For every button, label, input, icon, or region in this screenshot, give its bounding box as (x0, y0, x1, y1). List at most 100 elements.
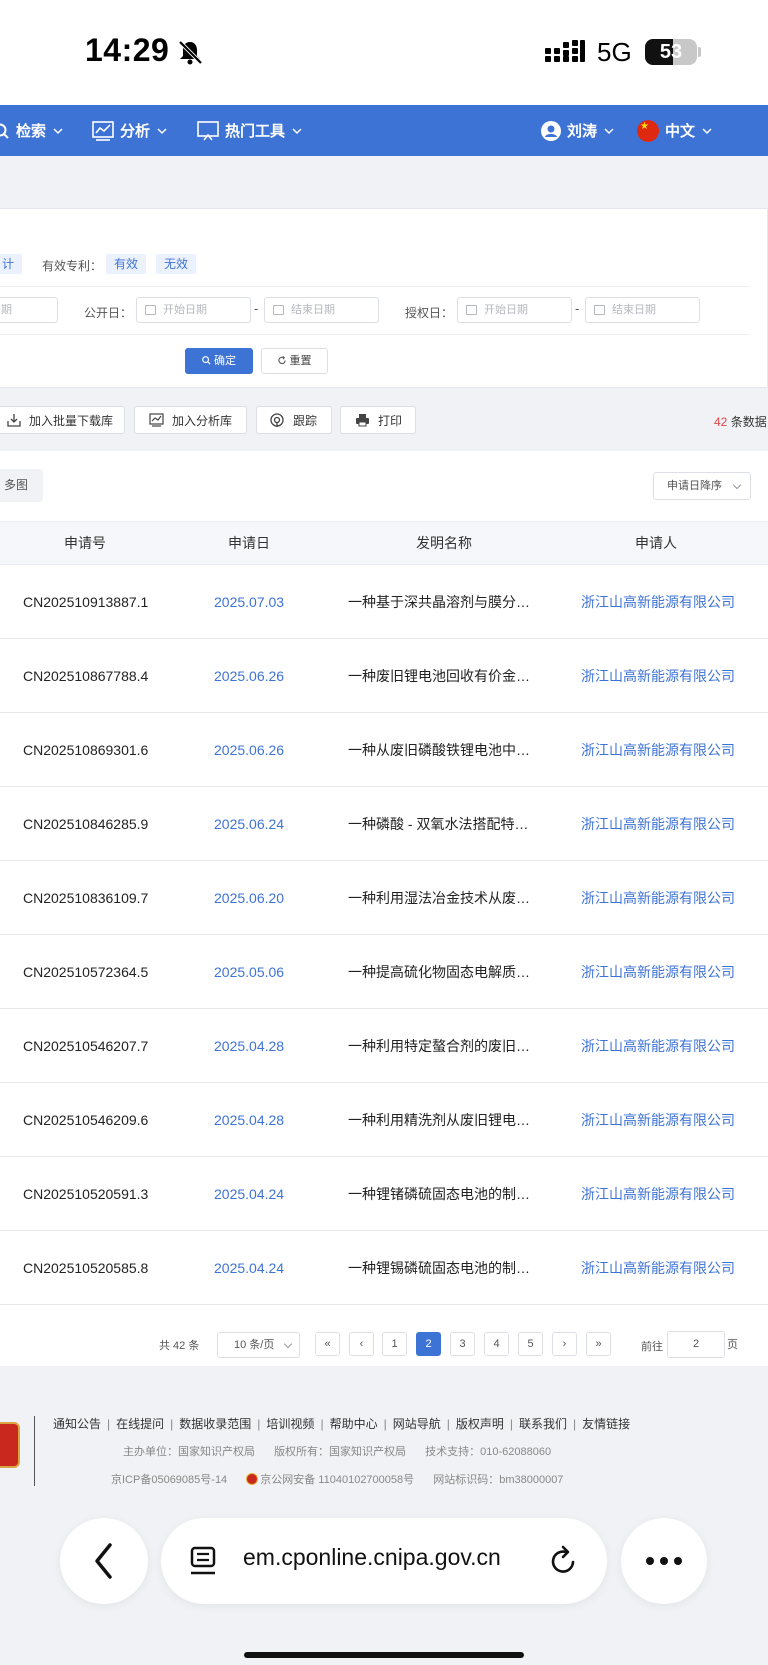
goto-page-input[interactable]: 2 (667, 1331, 725, 1358)
app-number[interactable]: CN202510836109.7 (23, 861, 148, 935)
app-number[interactable]: CN202510572364.5 (23, 935, 148, 1009)
page-size-select[interactable]: 10 条/页 (217, 1332, 300, 1358)
batch-download-button[interactable]: 加入批量下载库 (0, 406, 125, 434)
invention-title[interactable]: 一种利用特定螯合剂的废旧… (348, 1009, 530, 1083)
applicant-link[interactable]: 浙江山高新能源有限公司 (581, 861, 735, 935)
table-row[interactable]: CN202510520591.3 2025.04.24 一种锂锗磷硫固态电池的制… 浙… (0, 1157, 768, 1231)
nav-search[interactable]: 检索 (0, 105, 64, 156)
app-number[interactable]: CN202510869301.6 (23, 713, 148, 787)
invention-title[interactable]: 一种基于深共晶溶剂与膜分… (348, 565, 530, 639)
footer-link[interactable]: 友情链接 (582, 1417, 630, 1431)
table-row[interactable]: CN202510546207.7 2025.04.28 一种利用特定螯合剂的废旧… 浙… (0, 1009, 768, 1083)
invention-title[interactable]: 一种锂锡磷硫固态电池的制… (348, 1231, 530, 1305)
filter-tag-valid[interactable]: 有效 (106, 254, 147, 274)
footer-link-separator: | (509, 1417, 513, 1431)
applicant-link[interactable]: 浙江山高新能源有限公司 (581, 1157, 735, 1231)
invention-title[interactable]: 一种利用精洗剂从废旧锂电… (348, 1083, 530, 1157)
address-bar[interactable]: em.cponline.cnipa.gov.cn (161, 1518, 607, 1604)
nav-analysis[interactable]: 分析 (92, 105, 168, 156)
applicant-link[interactable]: 浙江山高新能源有限公司 (581, 1231, 735, 1305)
grant-date-start-input[interactable]: 开始日期 (457, 297, 572, 323)
app-number[interactable]: CN202510520591.3 (23, 1157, 148, 1231)
page-button[interactable]: 4 (484, 1332, 509, 1356)
app-number[interactable]: CN202510546209.6 (23, 1083, 148, 1157)
pub-date-start-input[interactable]: 开始日期 (136, 297, 251, 323)
pub-date-end-input[interactable]: 结束日期 (264, 297, 379, 323)
more-menu-button[interactable] (621, 1518, 707, 1604)
invention-title[interactable]: 一种废旧锂电池回收有价金… (348, 639, 530, 713)
app-number[interactable]: CN202510846285.9 (23, 787, 148, 861)
footer-link[interactable]: 帮助中心 (330, 1417, 378, 1431)
reset-label: 重置 (289, 355, 312, 367)
invention-title[interactable]: 一种从废旧磷酸铁锂电池中… (348, 713, 530, 787)
applicant-link[interactable]: 浙江山高新能源有限公司 (581, 639, 735, 713)
app-number[interactable]: CN202510520585.8 (23, 1231, 148, 1305)
footer-link[interactable]: 联系我们 (519, 1417, 567, 1431)
applicant-link[interactable]: 浙江山高新能源有限公司 (581, 713, 735, 787)
track-button[interactable]: 跟踪 (256, 406, 332, 434)
footer-link-separator: | (107, 1417, 111, 1431)
language-label: 中文 (665, 123, 696, 140)
analysis-lib-button[interactable]: 加入分析库 (134, 406, 247, 434)
chevron-down-icon (604, 127, 614, 134)
footer-link[interactable]: 在线提问 (116, 1417, 164, 1431)
grant-date-end-input[interactable]: 结束日期 (585, 297, 700, 323)
invention-title[interactable]: 一种利用湿法冶金技术从废… (348, 861, 530, 935)
user-avatar-icon (541, 120, 561, 141)
user-menu[interactable]: 刘涛 (541, 105, 615, 156)
footer-icp[interactable]: 京ICP备05069085号-14 (111, 1474, 227, 1486)
table-row[interactable]: CN202510836109.7 2025.06.20 一种利用湿法冶金技术从废… 浙… (0, 861, 768, 935)
applicant-link[interactable]: 浙江山高新能源有限公司 (581, 565, 735, 639)
back-button[interactable] (60, 1518, 148, 1604)
invention-title[interactable]: 一种提高硫化物固态电解质… (348, 935, 530, 1009)
app-number[interactable]: CN202510546207.7 (23, 1009, 148, 1083)
prev-page-button[interactable]: ‹ (349, 1332, 374, 1356)
reload-icon[interactable] (546, 1544, 580, 1578)
applicant-link[interactable]: 浙江山高新能源有限公司 (581, 1009, 735, 1083)
footer-link[interactable]: 培训视频 (266, 1417, 314, 1431)
table-row[interactable]: CN202510846285.9 2025.06.24 一种磷酸 - 双氧水法搭配特… (0, 787, 768, 861)
page-button[interactable]: 1 (382, 1332, 407, 1356)
footer-info: 主办单位：国家知识产权局 版权所有：国家知识产权局 技术支持：010-62088… (123, 1443, 567, 1459)
first-page-button[interactable]: « (315, 1332, 340, 1356)
back-arrow-icon (95, 1543, 112, 1579)
page-button[interactable]: 3 (450, 1332, 475, 1356)
footer-link[interactable]: 数据收录范围 (179, 1417, 251, 1431)
multi-image-view-button[interactable]: 多图 (0, 469, 43, 502)
confirm-button[interactable]: 确定 (185, 348, 253, 374)
app-number[interactable]: CN202510867788.4 (23, 639, 148, 713)
valid-patent-label: 有效专利： (42, 259, 103, 273)
footer-link[interactable]: 通知公告 (53, 1417, 101, 1431)
footer-police[interactable]: 京公网安备 11040102700058号 (246, 1473, 414, 1486)
page-button[interactable]: 5 (518, 1332, 543, 1356)
nav-tools[interactable]: 热门工具 (197, 105, 303, 156)
table-row[interactable]: CN202510913887.1 2025.07.03 一种基于深共晶溶剂与膜分… 浙… (0, 565, 768, 639)
reset-button[interactable]: 重置 (261, 348, 328, 374)
print-button[interactable]: 打印 (340, 406, 416, 434)
status-bar: 14:29 5G 53 (0, 0, 768, 105)
table-row[interactable]: CN202510869301.6 2025.06.26 一种从废旧磷酸铁锂电池中… 浙… (0, 713, 768, 787)
reader-icon (190, 1546, 216, 1575)
page-button-current[interactable]: 2 (416, 1332, 441, 1356)
invention-title[interactable]: 一种锂锗磷硫固态电池的制… (348, 1157, 530, 1231)
table-row[interactable]: CN202510572364.5 2025.05.06 一种提高硫化物固态电解质… 浙… (0, 935, 768, 1009)
table-row[interactable]: CN202510546209.6 2025.04.28 一种利用精洗剂从废旧锂电… 浙… (0, 1083, 768, 1157)
next-page-button[interactable]: › (552, 1332, 577, 1356)
filter-tag-invalid[interactable]: 无效 (156, 254, 197, 274)
applicant-link[interactable]: 浙江山高新能源有限公司 (581, 935, 735, 1009)
filter-tag-partial[interactable]: 计 (0, 254, 23, 274)
invention-title[interactable]: 一种磷酸 - 双氧水法搭配特… (348, 787, 528, 861)
sort-select[interactable]: 申请日降序 (653, 472, 751, 500)
table-row[interactable]: CN202510867788.4 2025.06.26 一种废旧锂电池回收有价金… 浙… (0, 639, 768, 713)
applicant-link[interactable]: 浙江山高新能源有限公司 (581, 1083, 735, 1157)
chevron-down-icon (53, 127, 63, 134)
applicant-link[interactable]: 浙江山高新能源有限公司 (581, 787, 735, 861)
footer-link[interactable]: 版权声明 (456, 1417, 504, 1431)
table-row[interactable]: CN202510520585.8 2025.04.24 一种锂锡磷硫固态电池的制… 浙… (0, 1231, 768, 1305)
app-date: 2025.07.03 (214, 594, 285, 610)
date-input-partial[interactable]: 期 (0, 297, 58, 323)
footer-link[interactable]: 网站导航 (393, 1417, 441, 1431)
last-page-button[interactable]: » (586, 1332, 611, 1356)
app-number[interactable]: CN202510913887.1 (23, 565, 148, 639)
language-menu[interactable]: 中文 (637, 105, 713, 156)
